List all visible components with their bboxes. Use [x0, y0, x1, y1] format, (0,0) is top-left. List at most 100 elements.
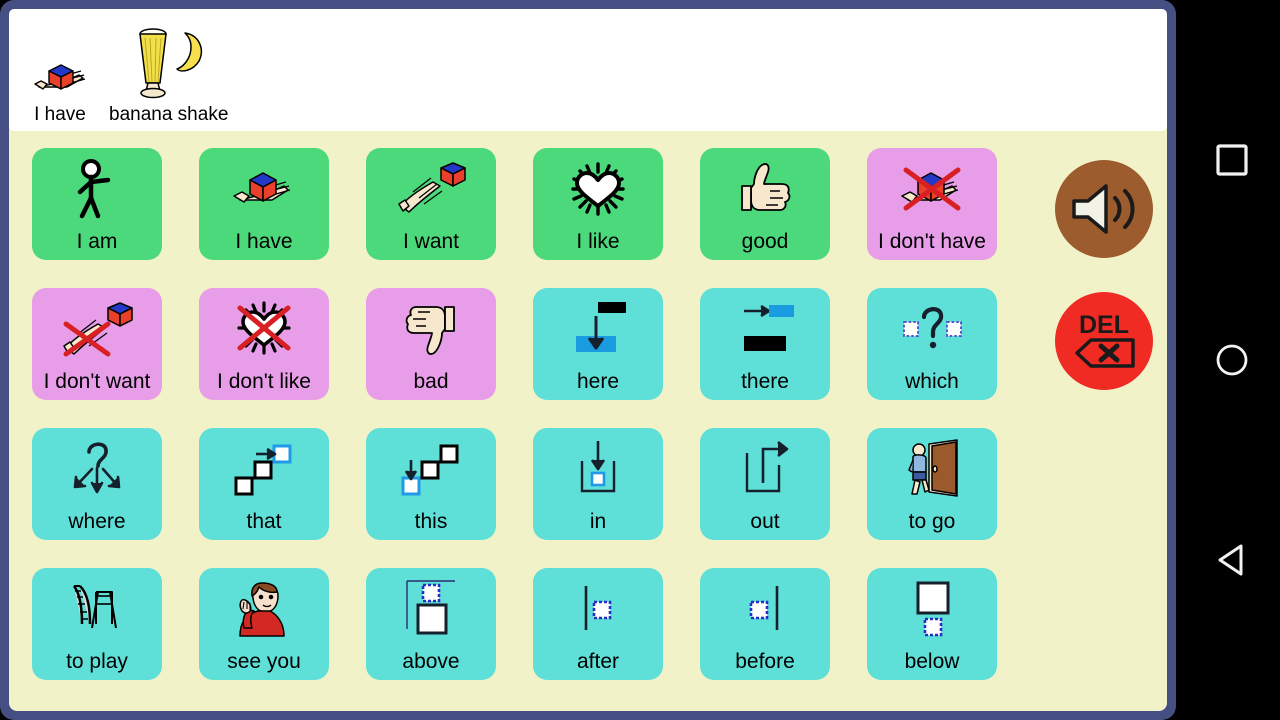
delete-button[interactable]: DEL — [1055, 292, 1153, 390]
symbol-button-before[interactable]: before — [700, 568, 830, 680]
symbol-grid: I am I have I want I like good I don't h… — [32, 148, 1007, 688]
symbol-button-see-you[interactable]: see you — [199, 568, 329, 680]
person-waving-icon — [199, 568, 329, 649]
grid-cell: after — [533, 568, 663, 680]
symbol-button-above[interactable]: above — [366, 568, 496, 680]
grid-cell: here — [533, 288, 663, 400]
speak-button[interactable] — [1055, 160, 1153, 258]
sentence-item-label: banana shake — [109, 104, 229, 125]
symbol-label: I want — [402, 230, 460, 253]
symbol-label: where — [68, 510, 126, 533]
square-below-box-icon — [867, 568, 997, 649]
speaker-volume-icon — [1072, 184, 1135, 234]
back-button[interactable] — [1184, 512, 1280, 608]
symbol-label: to play — [66, 650, 128, 673]
grid-cell: below — [867, 568, 997, 680]
arrow-to-far-square-icon — [199, 428, 329, 509]
question-mark-two-squares-icon — [867, 288, 997, 369]
arrow-out-of-container-icon — [700, 428, 830, 509]
symbol-button-there[interactable]: there — [700, 288, 830, 400]
symbol-label: that — [246, 510, 282, 533]
grid-cell: that — [199, 428, 329, 540]
symbol-button-here[interactable]: here — [533, 288, 663, 400]
grid-cell: before — [700, 568, 830, 680]
symbol-button-i-want[interactable]: I want — [366, 148, 496, 260]
square-outline-icon — [1216, 144, 1248, 176]
sentence-item-label: I have — [34, 104, 86, 125]
arrow-into-container-icon — [533, 428, 663, 509]
sentence-item[interactable]: banana shake — [101, 25, 236, 129]
arrow-to-near-square-icon — [366, 428, 496, 509]
stick-figure-person-icon — [32, 148, 162, 229]
symbol-label: to go — [908, 510, 956, 533]
symbol-label: I don't want — [43, 370, 151, 393]
square-above-box-icon — [366, 568, 496, 649]
symbol-label: below — [904, 650, 960, 673]
shining-heart-icon — [533, 148, 663, 229]
symbol-button-good[interactable]: good — [700, 148, 830, 260]
symbol-button-which[interactable]: which — [867, 288, 997, 400]
symbol-label: good — [741, 230, 789, 253]
delete-button-label: DEL — [1079, 311, 1129, 339]
symbol-button-i-dont-like[interactable]: I don't like — [199, 288, 329, 400]
symbol-button-to-play[interactable]: to play — [32, 568, 162, 680]
shining-heart-crossed-icon — [199, 288, 329, 369]
symbol-label: which — [905, 370, 959, 393]
hand-holding-cube-crossed-icon — [867, 148, 997, 229]
thumbs-down-icon — [366, 288, 496, 369]
grid-cell: to play — [32, 568, 162, 680]
symbol-button-i-dont-have[interactable]: I don't have — [867, 148, 997, 260]
grid-cell: where — [32, 428, 162, 540]
screen: I have banana shake I am I have I want I… — [0, 0, 1280, 720]
symbol-button-below[interactable]: below — [867, 568, 997, 680]
grid-cell: I don't like — [199, 288, 329, 400]
hand-holding-cube-icon — [27, 25, 93, 103]
triangle-left-icon — [1218, 544, 1243, 576]
question-mark-three-arrows-icon — [32, 428, 162, 509]
app-window-frame: I have banana shake I am I have I want I… — [0, 0, 1176, 720]
grid-cell: I have — [199, 148, 329, 260]
grid-cell: bad — [366, 288, 496, 400]
symbol-button-i-like[interactable]: I like — [533, 148, 663, 260]
sentence-item[interactable]: I have — [19, 25, 101, 129]
symbol-label: I am — [76, 230, 118, 253]
grid-cell: good — [700, 148, 830, 260]
symbol-label: after — [576, 650, 620, 673]
circle-outline-icon — [1216, 344, 1248, 376]
symbol-label: here — [576, 370, 620, 393]
recent-apps-button[interactable] — [1184, 112, 1280, 208]
symbol-button-out[interactable]: out — [700, 428, 830, 540]
hand-reaching-cube-crossed-icon — [32, 288, 162, 369]
grid-cell: I like — [533, 148, 663, 260]
home-button[interactable] — [1184, 312, 1280, 408]
symbol-button-i-dont-want[interactable]: I don't want — [32, 288, 162, 400]
grid-cell: I am — [32, 148, 162, 260]
symbol-button-i-am[interactable]: I am — [32, 148, 162, 260]
symbol-button-after[interactable]: after — [533, 568, 663, 680]
symbol-label: before — [735, 650, 795, 673]
del-backspace-icon: DEL — [1075, 311, 1135, 368]
symbol-button-to-go[interactable]: to go — [867, 428, 997, 540]
symbol-label: I don't have — [878, 230, 986, 253]
symbol-label: I like — [576, 230, 620, 253]
symbol-button-in[interactable]: in — [533, 428, 663, 540]
square-right-of-line-icon — [533, 568, 663, 649]
symbol-label: this — [414, 510, 448, 533]
thumbs-up-icon — [700, 148, 830, 229]
symbol-label: I have — [235, 230, 293, 253]
symbol-button-that[interactable]: that — [199, 428, 329, 540]
symbol-button-i-have[interactable]: I have — [199, 148, 329, 260]
symbol-button-bad[interactable]: bad — [366, 288, 496, 400]
symbol-label: I don't like — [217, 370, 311, 393]
symbol-label: see you — [227, 650, 301, 673]
symbol-label: bad — [413, 370, 449, 393]
sentence-bar[interactable]: I have banana shake — [9, 9, 1167, 131]
playground-slide-icon — [32, 568, 162, 649]
symbol-button-this[interactable]: this — [366, 428, 496, 540]
android-navigation-bar — [1184, 0, 1280, 720]
symbol-button-where[interactable]: where — [32, 428, 162, 540]
square-left-of-line-icon — [700, 568, 830, 649]
grid-cell: I don't have — [867, 148, 997, 260]
banana-shake-glass-icon — [123, 25, 215, 103]
grid-cell: there — [700, 288, 830, 400]
